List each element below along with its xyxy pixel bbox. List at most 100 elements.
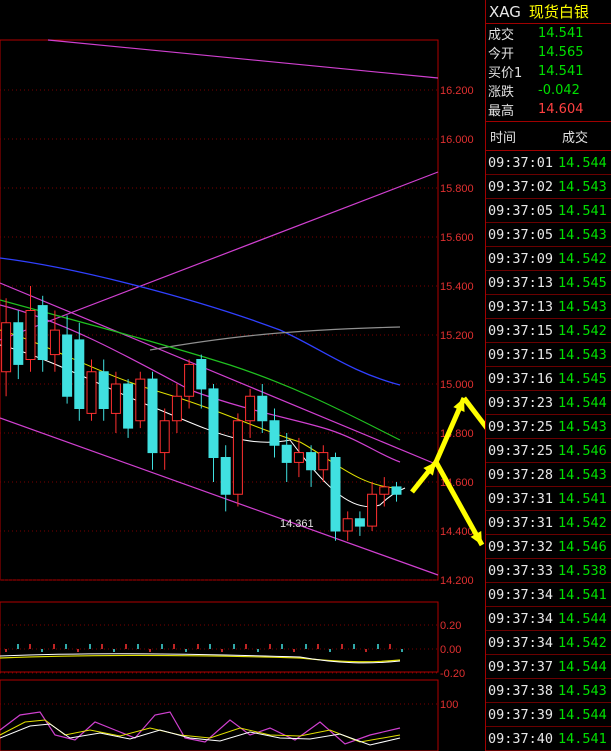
kdj-k-line xyxy=(0,723,401,746)
tick-row[interactable]: 09:37:01 14.544 xyxy=(486,151,611,175)
tick-row[interactable]: 09:37:32 14.546 xyxy=(486,535,611,559)
tick-row[interactable]: 09:37:15 14.543 xyxy=(486,343,611,367)
candle-body xyxy=(110,383,121,414)
tick-time: 09:37:25 xyxy=(488,442,554,459)
tick-price: 14.541 xyxy=(558,730,607,747)
tick-price: 14.543 xyxy=(558,466,607,483)
quote-label: 成交 xyxy=(488,28,515,43)
macd-tick-label: 0.00 xyxy=(440,644,461,656)
tick-time: 09:37:25 xyxy=(488,418,554,435)
tick-time: 09:37:01 xyxy=(488,154,554,171)
tick-row[interactable]: 09:37:09 14.542 xyxy=(486,247,611,271)
tick-row[interactable]: 09:37:28 14.543 xyxy=(486,463,611,487)
price-tick-label: 15.000 xyxy=(440,379,474,391)
price-tick-label: 15.200 xyxy=(440,330,474,342)
quote-row: 成交 14.541 xyxy=(486,24,611,43)
tick-price: 14.543 xyxy=(558,682,607,699)
tick-price: 14.543 xyxy=(558,226,607,243)
tick-time: 09:37:34 xyxy=(488,610,554,627)
tick-price: 14.544 xyxy=(558,394,607,411)
candle-body xyxy=(25,310,36,360)
quote-row: 买价1 14.541 xyxy=(486,62,611,81)
tick-time: 09:37:39 xyxy=(488,706,554,723)
tick-time: 09:37:15 xyxy=(488,346,554,363)
quote-value: -0.042 xyxy=(538,83,580,98)
tick-price: 14.542 xyxy=(558,514,607,531)
candle-body xyxy=(379,486,390,495)
quote-label: 今开 xyxy=(488,47,515,62)
tick-time: 09:37:05 xyxy=(488,202,554,219)
kdj-tick-label: 100 xyxy=(440,699,458,711)
tick-list[interactable]: 09:37:01 14.544 09:37:02 14.543 09:37:05 14.5… xyxy=(486,151,611,751)
tick-time: 09:37:15 xyxy=(488,322,554,339)
tick-time: 09:37:34 xyxy=(488,634,554,651)
tick-time: 09:37:40 xyxy=(488,730,554,747)
tick-price: 14.542 xyxy=(558,634,607,651)
candle-body xyxy=(184,363,195,397)
macd-dea-line xyxy=(0,654,401,663)
tick-price: 14.541 xyxy=(558,490,607,507)
candle-body xyxy=(318,452,329,471)
macd-tick-label: 0.20 xyxy=(440,620,461,632)
tick-price: 14.543 xyxy=(558,346,607,363)
quote-label: 涨跌 xyxy=(488,85,515,100)
tick-row[interactable]: 09:37:25 14.546 xyxy=(486,439,611,463)
tick-row[interactable]: 09:37:13 14.545 xyxy=(486,271,611,295)
quote-row: 涨跌 -0.042 xyxy=(486,81,611,100)
tick-time: 09:37:33 xyxy=(488,562,554,579)
candle-body xyxy=(269,420,280,446)
quote-value: 14.604 xyxy=(538,102,584,117)
tick-row[interactable]: 09:37:34 14.544 xyxy=(486,607,611,631)
kline-chart-svg[interactable]: 16.200 16.000 15.800 15.600 15.400 15.200 15.0… xyxy=(0,0,485,751)
tick-price: 14.544 xyxy=(558,658,607,675)
candle-body xyxy=(37,305,48,361)
tick-row[interactable]: 09:37:02 14.543 xyxy=(486,175,611,199)
tick-time: 09:37:09 xyxy=(488,250,554,267)
kline-chart[interactable]: 16.200 16.000 15.800 15.600 15.400 15.200 15.0… xyxy=(0,0,485,751)
tick-price: 14.542 xyxy=(558,322,607,339)
candle-body xyxy=(342,518,353,532)
quote-label: 买价1 xyxy=(488,66,523,81)
price-tick-label: 15.600 xyxy=(440,232,474,244)
tick-row[interactable]: 09:37:23 14.544 xyxy=(486,391,611,415)
tick-price: 14.545 xyxy=(558,370,607,387)
tick-row[interactable]: 09:37:13 14.543 xyxy=(486,295,611,319)
tick-row[interactable]: 09:37:40 14.541 xyxy=(486,727,611,751)
candle-body xyxy=(13,322,24,365)
tick-row[interactable]: 09:37:15 14.542 xyxy=(486,319,611,343)
tick-price: 14.543 xyxy=(558,178,607,195)
tick-row[interactable]: 09:37:31 14.541 xyxy=(486,487,611,511)
tick-time: 09:37:13 xyxy=(488,274,554,291)
tick-row[interactable]: 09:37:31 14.542 xyxy=(486,511,611,535)
tick-row[interactable]: 09:37:16 14.545 xyxy=(486,367,611,391)
tick-price: 14.546 xyxy=(558,538,607,555)
tick-time: 09:37:02 xyxy=(488,178,554,195)
macd-tick-label: -0.20 xyxy=(440,668,465,680)
tick-price: 14.542 xyxy=(558,250,607,267)
tick-time: 09:37:38 xyxy=(488,682,554,699)
candle-body xyxy=(245,395,256,422)
candle-body xyxy=(391,486,402,495)
symbol-name: 现货白银 xyxy=(528,3,589,21)
price-tick-label: 14.200 xyxy=(440,575,474,587)
tick-price: 14.543 xyxy=(558,298,607,315)
tick-row[interactable]: 09:37:05 14.541 xyxy=(486,199,611,223)
tick-row[interactable]: 09:37:38 14.543 xyxy=(486,679,611,703)
panel-title: XAG 现货白银 xyxy=(486,0,611,24)
candle-body xyxy=(293,452,304,463)
tick-row[interactable]: 09:37:33 14.538 xyxy=(486,559,611,583)
tick-row[interactable]: 09:37:05 14.543 xyxy=(486,223,611,247)
candle-body xyxy=(354,518,365,527)
tick-row[interactable]: 09:37:34 14.542 xyxy=(486,631,611,655)
candle-body xyxy=(62,334,73,397)
candle-body xyxy=(98,371,109,409)
tick-price: 14.538 xyxy=(558,562,607,579)
tick-row[interactable]: 09:37:25 14.543 xyxy=(486,415,611,439)
tick-row[interactable]: 09:37:39 14.544 xyxy=(486,703,611,727)
trend-line-top xyxy=(47,39,439,79)
tick-row[interactable]: 09:37:37 14.544 xyxy=(486,655,611,679)
price-tick-label: 14.400 xyxy=(440,526,474,538)
tick-row[interactable]: 09:37:34 14.541 xyxy=(486,583,611,607)
candle-body xyxy=(171,395,182,422)
quote-label: 最高 xyxy=(488,104,515,119)
